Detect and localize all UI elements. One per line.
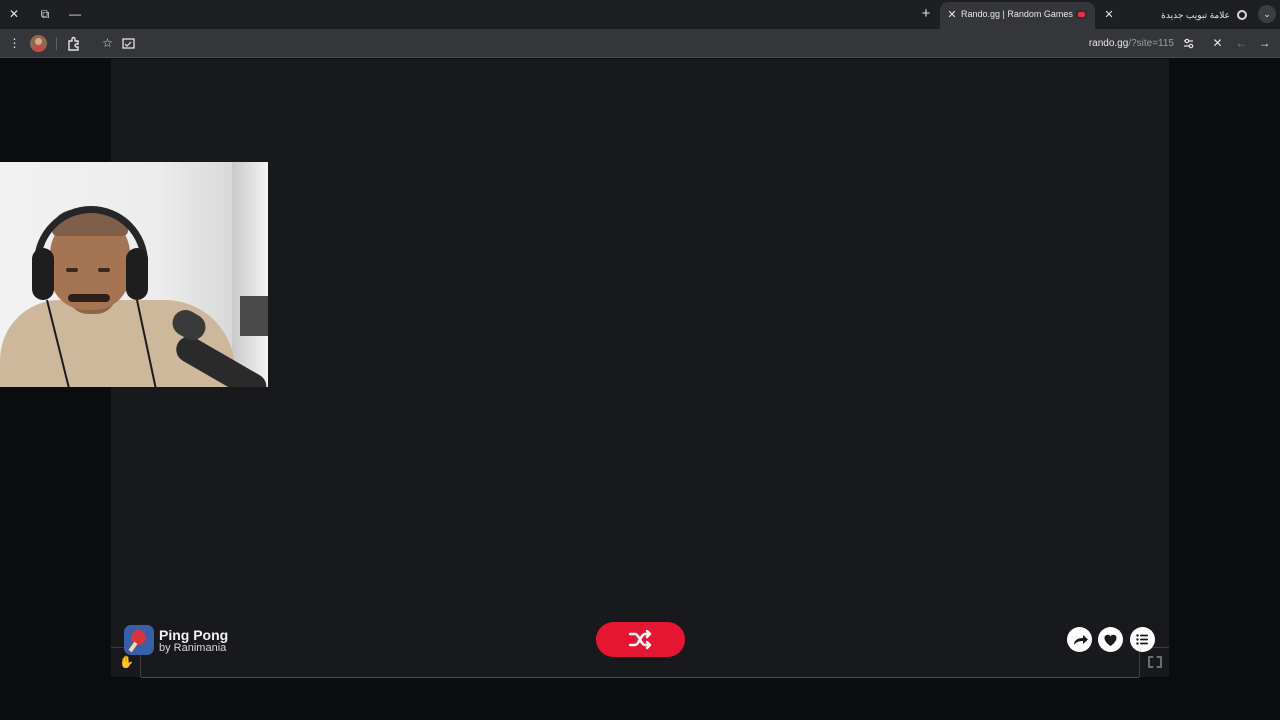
menu-kebab-icon[interactable]: ⋮ xyxy=(6,35,23,52)
tab-title: Rando.gg | Random Games xyxy=(961,9,1073,19)
window-close-icon[interactable]: ✕ xyxy=(6,6,22,22)
browser-tab-strip: ✕ ⧉ — + ✕ Rando.gg | Random Games ✕ علام… xyxy=(0,0,1280,29)
tab-favicon-icon xyxy=(1076,10,1087,19)
tab-rando[interactable]: ✕ Rando.gg | Random Games xyxy=(940,2,1095,29)
window-minimize-icon[interactable]: — xyxy=(67,6,83,22)
tab-title: علامة تبويب جديدة xyxy=(1161,10,1230,20)
like-button[interactable] xyxy=(1098,627,1123,652)
url-host: rando.gg xyxy=(1088,38,1129,49)
browser-toolbar: ⋮ ☆ rando.gg/?site=115 ✕ ← → xyxy=(0,29,1280,58)
back-arrow-icon[interactable]: ← xyxy=(1233,35,1250,52)
game-author[interactable]: by Ranimania xyxy=(159,642,226,654)
forward-arrow-icon[interactable]: → xyxy=(1256,35,1273,52)
game-bottom-divider xyxy=(141,677,1139,678)
stop-loading-icon[interactable]: ✕ xyxy=(1209,35,1226,52)
window-restore-icon[interactable]: ⧉ xyxy=(37,6,53,22)
list-icon xyxy=(1136,634,1148,645)
page-viewport: ✋ xyxy=(0,59,1280,720)
site-settings-icon[interactable] xyxy=(1180,35,1197,52)
shuffle-icon xyxy=(628,629,652,650)
toolbar-divider xyxy=(56,37,57,50)
chrome-favicon-icon xyxy=(1237,10,1247,20)
game-canvas[interactable] xyxy=(111,59,1169,677)
game-thumbnail-icon[interactable] xyxy=(124,625,154,655)
game-title[interactable]: Ping Pong xyxy=(159,627,228,643)
address-bar[interactable]: rando.gg/?site=115 xyxy=(1089,38,1174,49)
webcam-overlay xyxy=(0,162,268,387)
extensions-icon[interactable] xyxy=(66,35,83,52)
fullscreen-icon xyxy=(1148,656,1162,668)
tab-search-chevron-icon[interactable]: ⌄ xyxy=(1258,5,1276,23)
heart-icon xyxy=(1104,634,1117,646)
tab-new-tab[interactable]: ✕ علامة تبويب جديدة xyxy=(1098,3,1252,28)
new-tab-icon[interactable]: + xyxy=(918,6,934,22)
profile-avatar[interactable] xyxy=(30,35,47,52)
share-button[interactable] xyxy=(1067,627,1092,652)
tab-close-icon[interactable]: ✕ xyxy=(946,7,958,23)
cast-icon[interactable] xyxy=(120,35,137,52)
url-path: /?site=115 xyxy=(1128,38,1174,49)
share-icon xyxy=(1074,635,1088,645)
game-list-button[interactable] xyxy=(1130,627,1155,652)
tab-close-icon[interactable]: ✕ xyxy=(1103,7,1115,23)
bookmark-star-icon[interactable]: ☆ xyxy=(99,35,116,52)
hand-icon: ✋ xyxy=(119,655,134,669)
random-game-button[interactable] xyxy=(596,622,685,657)
